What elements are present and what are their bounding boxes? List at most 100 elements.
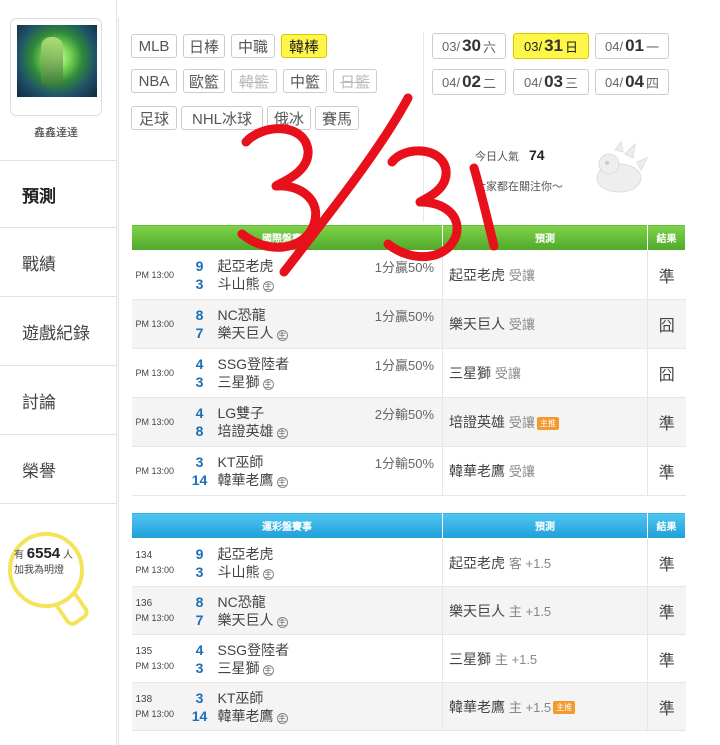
teams-cell: KT巫師 韓華老鷹主 bbox=[217, 682, 443, 731]
game-time: PM 13:00 bbox=[135, 368, 175, 378]
teams-cell: 起亞老虎 斗山熊主 bbox=[217, 538, 443, 587]
date-day: 02 bbox=[462, 72, 481, 91]
tab-cpbl[interactable]: 中職 bbox=[231, 34, 275, 58]
tab-mlb[interactable]: MLB bbox=[131, 34, 177, 58]
game-time: PM 13:00 bbox=[135, 319, 175, 329]
table-row: PM 13:00 4 3 SSG登陸者 三星獅主 1分贏50% 三星獅 受讓囧 bbox=[131, 348, 686, 398]
header-divider bbox=[423, 32, 424, 222]
pick-line: 主 +1.5 bbox=[494, 651, 538, 667]
teams-cell: SSG登陸者 三星獅主 1分贏50% bbox=[217, 348, 443, 398]
pick-line: 受讓 bbox=[508, 317, 535, 332]
pick-cell: 起亞老虎 客 +1.5 bbox=[442, 538, 648, 587]
header-game: 國際盤賽事 bbox=[131, 224, 443, 251]
date-tab-0401[interactable]: 04/01 一 bbox=[595, 33, 669, 59]
game-time: PM 13:00 bbox=[135, 564, 175, 575]
pick-cell: 韓華老鷹 受讓 bbox=[442, 446, 648, 496]
main-panel: MLB 日棒 中職 韓棒 NBA 歐籃 韓籃 中籃 日籃 足球 NHL冰球 俄冰… bbox=[118, 18, 700, 745]
away-score: 9 bbox=[195, 545, 204, 562]
result-cell: 準 bbox=[647, 446, 686, 496]
date-month: 04/ bbox=[441, 74, 461, 90]
tab-kbo[interactable]: 韓棒 bbox=[281, 34, 327, 58]
teams-cell: LG雙子 培證英雄主 2分輸50% bbox=[217, 397, 443, 447]
home-team: 斗山熊 bbox=[217, 276, 260, 292]
tab-khl[interactable]: 俄冰 bbox=[267, 106, 311, 130]
away-score: 3 bbox=[195, 689, 204, 706]
home-team: 培證英雄 bbox=[217, 423, 274, 439]
away-score: 4 bbox=[195, 356, 204, 372]
home-mark-icon: 主 bbox=[262, 568, 274, 580]
date-month: 04/ bbox=[604, 74, 624, 90]
date-tab-0404[interactable]: 04/04 四 bbox=[595, 69, 669, 95]
pick-cell: 韓華老鷹 主 +1.5 主推 bbox=[442, 682, 648, 731]
tab-nhl[interactable]: NHL冰球 bbox=[181, 106, 263, 130]
avatar[interactable] bbox=[10, 18, 102, 116]
home-score: 3 bbox=[195, 659, 204, 676]
pick-team: 韓華老鷹 bbox=[449, 698, 505, 715]
home-team-row: 三星獅主 bbox=[218, 659, 443, 677]
pick-cell: 起亞老虎 受讓 bbox=[442, 250, 648, 300]
date-month: 03/ bbox=[523, 38, 543, 54]
game-time: PM 13:00 bbox=[135, 270, 175, 280]
pick-cell: 培證英雄 受讓 主推 bbox=[442, 397, 648, 447]
fans-line2[interactable]: 加我為明燈 bbox=[14, 565, 64, 576]
game-time-cell: 138 PM 13:00 bbox=[131, 682, 182, 731]
tab-cba[interactable]: 中籃 bbox=[283, 69, 327, 93]
intl-games-table: 國際盤賽事 預測 結果 PM 13:00 9 3 起亞老虎 斗山熊主 1分贏50% 起亞老虎… bbox=[131, 224, 686, 496]
pick-team: 韓華老鷹 bbox=[449, 463, 505, 479]
home-team: 韓華老鷹 bbox=[217, 472, 274, 488]
pick-line: 受讓 bbox=[508, 415, 535, 430]
follow-text: 大家都在關注你～ bbox=[475, 181, 563, 193]
username[interactable]: 鑫鑫達達 bbox=[0, 124, 112, 140]
date-day: 01 bbox=[625, 36, 644, 55]
home-mark-icon: 主 bbox=[276, 712, 288, 724]
home-score: 3 bbox=[195, 276, 204, 292]
pick-team: 起亞老虎 bbox=[449, 554, 505, 571]
sidebar: 鑫鑫達達 預測 戰績 遊戲紀錄 討論 榮譽 有 6554 人 加我為明燈 bbox=[0, 0, 118, 745]
tab-nba[interactable]: NBA bbox=[131, 69, 177, 93]
tab-horse-racing[interactable]: 賽馬 bbox=[315, 106, 359, 130]
tab-euro-basketball[interactable]: 歐籃 bbox=[183, 69, 225, 93]
header-result: 結果 bbox=[647, 224, 686, 251]
popularity-label: 今日人氣 bbox=[475, 151, 519, 163]
header-result: 結果 bbox=[647, 512, 686, 539]
home-score: 8 bbox=[195, 423, 204, 439]
odds-line: 1分贏50% bbox=[374, 309, 434, 324]
result-cell: 準 bbox=[647, 250, 686, 300]
menu-item-game-log[interactable]: 遊戲紀錄 bbox=[0, 298, 116, 366]
home-mark-icon: 主 bbox=[276, 477, 288, 488]
lottery-games-table: 運彩盤賽事 預測 結果 134 PM 13:00 9 3 起亞老虎 斗山熊主起亞老虎 客 … bbox=[131, 512, 686, 731]
date-tab-0330[interactable]: 03/30 六 bbox=[432, 33, 506, 59]
result-cell: 準 bbox=[647, 586, 686, 635]
result-cell: 準 bbox=[647, 397, 686, 447]
teams-cell: SSG登陸者 三星獅主 bbox=[217, 634, 443, 683]
menu-item-honor[interactable]: 榮譽 bbox=[0, 436, 116, 504]
menu-item-record[interactable]: 戰績 bbox=[0, 229, 116, 297]
home-team-row: 韓華老鷹主 bbox=[218, 707, 443, 725]
date-tab-0403[interactable]: 04/03 三 bbox=[513, 69, 589, 95]
menu-item-predict[interactable]: 預測 bbox=[0, 160, 116, 228]
game-time-cell: PM 13:00 bbox=[131, 397, 182, 447]
home-score: 14 bbox=[191, 707, 208, 724]
sidebar-divider bbox=[116, 0, 117, 745]
popularity-value: 74 bbox=[529, 147, 545, 163]
home-mark-icon: 主 bbox=[276, 428, 288, 439]
tab-npb[interactable]: 日棒 bbox=[183, 34, 225, 58]
game-time: PM 13:00 bbox=[135, 708, 175, 719]
date-day: 04 bbox=[625, 72, 644, 91]
date-month: 04/ bbox=[604, 38, 624, 54]
game-time-cell: 136 PM 13:00 bbox=[131, 586, 182, 635]
score-cell: 87 bbox=[181, 586, 218, 635]
tab-soccer[interactable]: 足球 bbox=[131, 106, 177, 130]
game-time: PM 13:00 bbox=[135, 612, 175, 623]
away-score: 3 bbox=[195, 454, 204, 470]
menu-item-discussion[interactable]: 討論 bbox=[0, 367, 116, 435]
home-team-row: 培證英雄主 bbox=[218, 422, 443, 440]
date-tab-0402[interactable]: 04/02 二 bbox=[432, 69, 506, 95]
date-tab-0331[interactable]: 03/31 日 bbox=[513, 33, 589, 59]
table-row: PM 13:00 9 3 起亞老虎 斗山熊主 1分贏50% 起亞老虎 受讓準 bbox=[131, 250, 686, 300]
teams-cell: NC恐龍 樂天巨人主 bbox=[217, 586, 443, 635]
date-day: 03 bbox=[544, 72, 563, 91]
away-team: SSG登陸者 bbox=[217, 641, 290, 658]
away-score: 8 bbox=[195, 307, 204, 323]
date-weekday: 三 bbox=[564, 75, 578, 91]
